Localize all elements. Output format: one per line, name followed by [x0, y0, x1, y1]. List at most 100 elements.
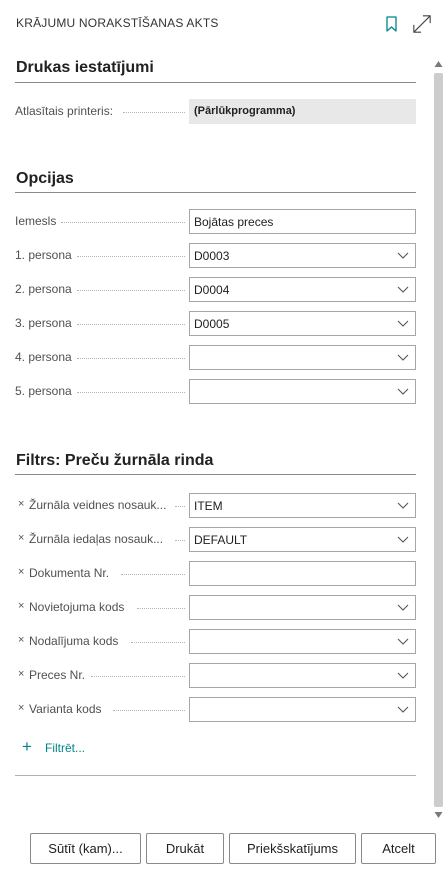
reason-input[interactable]: Bojātas preces: [189, 209, 416, 234]
filter-row-document-no: × Dokumenta Nr.: [15, 561, 416, 587]
chevron-down-icon[interactable]: [397, 671, 409, 680]
filter-row-item-no: × Preces Nr.: [15, 663, 416, 689]
variant-code-select[interactable]: [189, 697, 416, 722]
scrollbar-thumb[interactable]: [434, 73, 443, 807]
dotted-leader: [77, 324, 185, 325]
options-heading: Opcijas: [16, 170, 74, 187]
dotted-leader: [175, 540, 185, 541]
remove-filter-icon[interactable]: ×: [18, 668, 24, 680]
printer-value: (Pārlūkprogramma): [194, 105, 296, 117]
chevron-down-icon[interactable]: [397, 603, 409, 612]
person-4-select[interactable]: [189, 345, 416, 370]
preview-button[interactable]: Priekšskatījums: [229, 833, 356, 864]
filters-heading: Filtrs: Preču žurnāla rinda: [16, 452, 214, 469]
filter-label: Žurnāla iedaļas nosauk...: [29, 532, 164, 546]
journal-template-select[interactable]: ITEM: [189, 493, 416, 518]
dialog-content: Drukas iestatījumi Atlasītais printeris:…: [0, 48, 432, 818]
send-to-button[interactable]: Sūtīt (kam)...: [30, 833, 141, 864]
dotted-leader: [77, 358, 185, 359]
reason-label: Iemesls: [15, 214, 57, 228]
filter-label: Novietojuma kods: [29, 600, 125, 614]
reason-row: Iemesls Bojātas preces: [15, 209, 416, 235]
dotted-leader: [137, 608, 185, 609]
dialog-footer: Sūtīt (kam)... Drukāt Priekšskatījums At…: [0, 833, 445, 865]
dotted-leader: [121, 574, 185, 575]
chevron-down-icon[interactable]: [397, 705, 409, 714]
person-2-value: D0004: [194, 283, 230, 297]
printer-label: Atlasītais printeris:: [15, 104, 114, 118]
section-divider: [15, 82, 416, 83]
chevron-down-icon[interactable]: [397, 501, 409, 510]
dotted-leader: [113, 710, 185, 711]
remove-filter-icon[interactable]: ×: [18, 498, 24, 510]
printer-field[interactable]: (Pārlūkprogramma): [189, 99, 416, 124]
chevron-down-icon[interactable]: [397, 353, 409, 362]
filter-label: Preces Nr.: [29, 668, 86, 682]
reason-value: Bojātas preces: [194, 215, 274, 229]
person-4-row: 4. persona: [15, 345, 416, 371]
dotted-leader: [77, 256, 185, 257]
dotted-leader: [123, 112, 185, 113]
journal-batch-select[interactable]: DEFAULT: [189, 527, 416, 552]
plus-icon: +: [22, 737, 32, 756]
dotted-leader: [175, 506, 185, 507]
remove-filter-icon[interactable]: ×: [18, 566, 24, 578]
item-no-select[interactable]: [189, 663, 416, 688]
person-3-value: D0005: [194, 317, 230, 331]
dialog-header: KRĀJUMU NORAKSTĪŠANAS AKTS: [0, 0, 445, 48]
vertical-scrollbar[interactable]: [432, 57, 445, 822]
content-end-divider: [15, 775, 416, 776]
cancel-button[interactable]: Atcelt: [361, 833, 436, 864]
person-1-row: 1. persona D0003: [15, 243, 416, 269]
filter-row-bin-code: × Nodalījuma kods: [15, 629, 416, 655]
chevron-down-icon[interactable]: [397, 251, 409, 260]
chevron-down-icon[interactable]: [397, 637, 409, 646]
scroll-down-arrow-icon[interactable]: [434, 811, 443, 819]
remove-filter-icon[interactable]: ×: [18, 532, 24, 544]
chevron-down-icon[interactable]: [397, 319, 409, 328]
location-code-select[interactable]: [189, 595, 416, 620]
remove-filter-icon[interactable]: ×: [18, 600, 24, 612]
person-4-label: 4. persona: [15, 350, 72, 364]
remove-filter-icon[interactable]: ×: [18, 702, 24, 714]
dotted-leader: [77, 290, 185, 291]
filter-label: Dokumenta Nr.: [29, 566, 110, 580]
person-3-select[interactable]: D0005: [189, 311, 416, 336]
filter-row-location-code: × Novietojuma kods: [15, 595, 416, 621]
filter-label: Žurnāla veidnes nosauk...: [29, 498, 167, 512]
person-2-label: 2. persona: [15, 282, 72, 296]
scroll-up-arrow-icon[interactable]: [434, 60, 443, 68]
person-5-row: 5. persona: [15, 379, 416, 405]
filter-row-journal-template: × Žurnāla veidnes nosauk... ITEM: [15, 493, 416, 519]
section-divider: [15, 474, 416, 475]
chevron-down-icon[interactable]: [397, 535, 409, 544]
expand-icon[interactable]: [411, 14, 433, 34]
dotted-leader: [61, 222, 185, 223]
add-filter-label: Filtrēt...: [45, 741, 86, 755]
dotted-leader: [91, 676, 185, 677]
filter-label: Nodalījuma kods: [29, 634, 119, 648]
dotted-leader: [131, 642, 185, 643]
remove-filter-icon[interactable]: ×: [18, 634, 24, 646]
person-3-row: 3. persona D0005: [15, 311, 416, 337]
chevron-down-icon[interactable]: [397, 285, 409, 294]
bin-code-select[interactable]: [189, 629, 416, 654]
filter-value: DEFAULT: [194, 533, 248, 547]
person-2-row: 2. persona D0004: [15, 277, 416, 303]
document-no-input[interactable]: [189, 561, 416, 586]
chevron-down-icon[interactable]: [397, 387, 409, 396]
person-2-select[interactable]: D0004: [189, 277, 416, 302]
section-divider: [15, 192, 416, 193]
filter-label: Varianta kods: [29, 702, 102, 716]
print-button[interactable]: Drukāt: [146, 833, 224, 864]
person-5-label: 5. persona: [15, 384, 72, 398]
filter-row-variant-code: × Varianta kods: [15, 697, 416, 723]
person-5-select[interactable]: [189, 379, 416, 404]
person-1-select[interactable]: D0003: [189, 243, 416, 268]
print-settings-heading: Drukas iestatījumi: [16, 59, 154, 76]
dotted-leader: [77, 392, 185, 393]
dialog-title: KRĀJUMU NORAKSTĪŠANAS AKTS: [16, 16, 219, 30]
bookmark-icon[interactable]: [383, 14, 401, 34]
printer-row: Atlasītais printeris: (Pārlūkprogramma): [15, 99, 416, 125]
person-3-label: 3. persona: [15, 316, 72, 330]
